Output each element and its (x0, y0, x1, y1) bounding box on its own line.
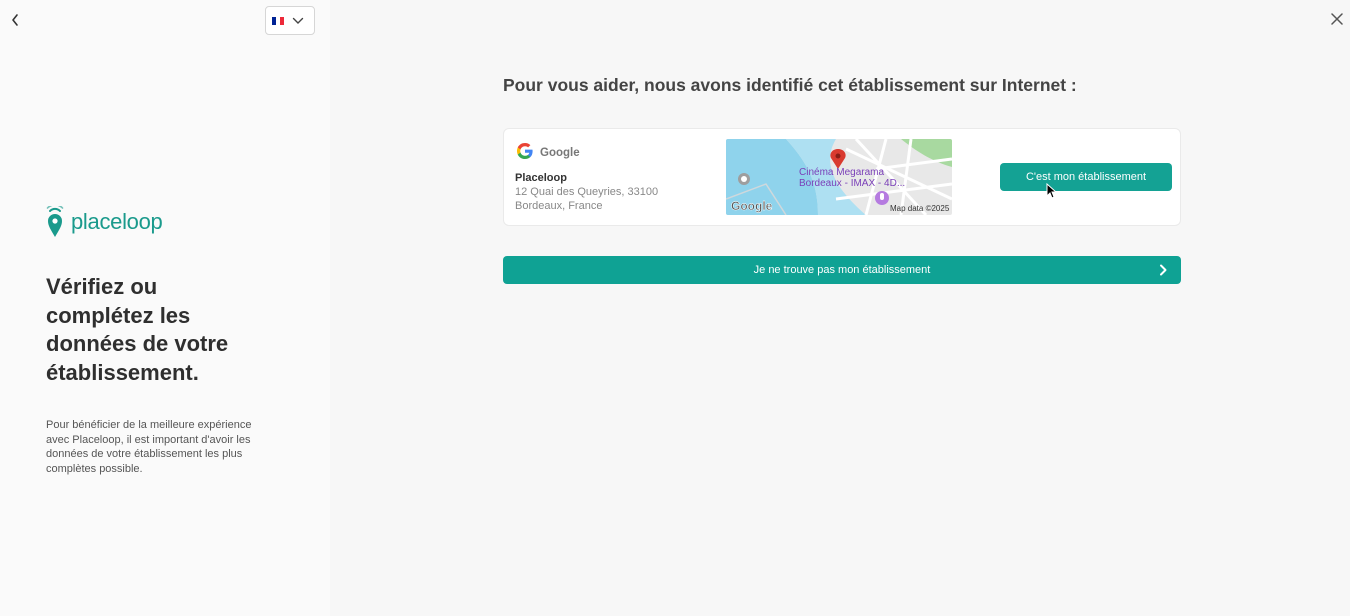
map-place-label-2: Bordeaux - IMAX - 4D... (799, 178, 905, 189)
map-google-label: Google (731, 199, 773, 213)
close-button[interactable] (1328, 10, 1346, 28)
not-found-button[interactable]: Je ne trouve pas mon établissement (503, 256, 1181, 284)
left-panel: placeloop Vérifiez ou complétez les donn… (0, 0, 330, 616)
french-flag-icon (272, 16, 284, 25)
mouse-cursor-icon (1046, 183, 1056, 199)
select-establishment-button[interactable]: C'est mon établissement (1000, 163, 1172, 191)
map-attribution: Map data ©2025 (890, 204, 950, 213)
map-thumbnail[interactable]: Cinéma Megarama Bordeaux - IMAX - 4D... … (726, 139, 952, 215)
source-label: Google (540, 147, 580, 159)
business-name: Placeloop (515, 172, 567, 184)
not-found-label: Je ne trouve pas mon établissement (753, 264, 931, 276)
close-icon (1331, 13, 1343, 25)
source-google: Google (515, 141, 580, 161)
chevron-left-icon (12, 14, 18, 26)
back-button[interactable] (6, 10, 24, 30)
pin-logo-icon (46, 206, 64, 237)
map-place-label-1: Cinéma Megarama (799, 167, 884, 178)
result-card: Google Placeloop 12 Quai des Queyries, 3… (503, 128, 1181, 226)
placeloop-logo: placeloop (45, 206, 163, 238)
business-address-line2: Bordeaux, France (515, 200, 603, 212)
language-select[interactable] (265, 6, 315, 35)
google-g-icon (517, 143, 533, 159)
business-address-line1: 12 Quai des Queyries, 33100 (515, 186, 659, 198)
page-title: Vérifiez ou complétez les données de vot… (46, 274, 229, 385)
page-description: Pour bénéficier de la meilleure expérien… (46, 419, 252, 475)
main-heading: Pour vous aider, nous avons identifié ce… (503, 75, 1077, 95)
chevron-down-icon (292, 17, 304, 24)
chevron-right-icon (1160, 264, 1167, 276)
logo-text: placeloop (71, 209, 163, 234)
